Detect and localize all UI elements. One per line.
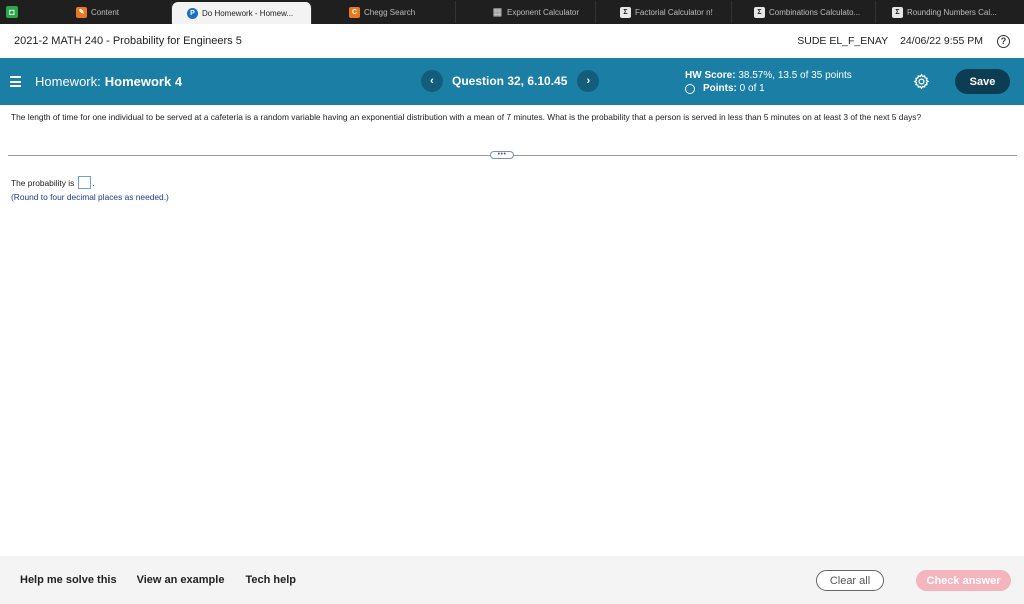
tab-label: Chegg Search bbox=[364, 7, 416, 17]
homework-bar: Homework: Homework 4 ‹ Question 32, 6.10… bbox=[0, 58, 1024, 105]
expand-more-icon[interactable]: ••• bbox=[490, 151, 514, 159]
course-title: 2021-2 MATH 240 - Probability for Engine… bbox=[14, 35, 242, 47]
tab-label: Rounding Numbers Cal... bbox=[907, 7, 997, 17]
help-icon[interactable]: ? bbox=[997, 34, 1010, 48]
view-example-button[interactable]: View an example bbox=[137, 574, 225, 586]
tab-app-icon[interactable]: ◘ bbox=[0, 0, 24, 24]
points-row: Points: 0 of 1 bbox=[685, 82, 852, 95]
hw-score-label: HW Score: bbox=[685, 70, 736, 81]
browser-tab-content[interactable]: ✎ Content bbox=[24, 1, 172, 23]
browser-tab-exponent-calculator[interactable]: ▦ Exponent Calculator bbox=[456, 1, 596, 23]
browser-tab-do-homework[interactable]: P Do Homework - Homew... bbox=[172, 2, 312, 24]
question-text: The length of time for one individual to… bbox=[11, 112, 922, 122]
clear-all-button[interactable]: Clear all bbox=[816, 570, 884, 591]
sigma-icon: Σ bbox=[754, 6, 765, 18]
tab-label: Content bbox=[91, 7, 120, 17]
course-header: 2021-2 MATH 240 - Probability for Engine… bbox=[0, 24, 1024, 58]
score-panel: HW Score: 38.57%, 13.5 of 35 points Poin… bbox=[685, 69, 852, 95]
sigma-icon: Σ bbox=[892, 6, 903, 18]
answer-line: The probability is . bbox=[11, 176, 95, 189]
tab-label: Do Homework - Homew... bbox=[202, 8, 294, 18]
browser-tab-rounding-numbers[interactable]: Σ Rounding Numbers Cal... bbox=[876, 1, 1024, 23]
chegg-icon: C bbox=[349, 6, 360, 18]
browser-tab-combinations-calculator[interactable]: Σ Combinations Calculato... bbox=[732, 1, 876, 23]
points-label: Points: bbox=[703, 83, 737, 94]
homework-name: Homework 4 bbox=[104, 74, 183, 89]
answer-prefix: The probability is bbox=[11, 177, 75, 188]
save-button[interactable]: Save bbox=[955, 69, 1010, 94]
date-time: 24/06/22 9:55 PM bbox=[900, 35, 983, 47]
answer-input[interactable] bbox=[78, 176, 92, 189]
user-name: SUDE EL_F_ENAY bbox=[797, 35, 889, 47]
homework-label: Homework: bbox=[35, 74, 101, 89]
question-navigator: ‹ Question 32, 6.10.45 › bbox=[421, 70, 600, 92]
tech-help-button[interactable]: Tech help bbox=[245, 574, 296, 586]
previous-question-button[interactable]: ‹ bbox=[421, 70, 443, 92]
tab-label: Factorial Calculator n! bbox=[635, 7, 713, 17]
browser-tab-strip: ◘ ✎ Content P Do Homework - Homew... C C… bbox=[0, 0, 1024, 24]
settings-gear-icon[interactable] bbox=[913, 73, 930, 90]
points-value: 0 of 1 bbox=[739, 83, 765, 94]
browser-tab-chegg[interactable]: C Chegg Search bbox=[312, 1, 456, 23]
app-shield-icon: ◘ bbox=[6, 6, 18, 18]
next-question-button[interactable]: › bbox=[577, 70, 600, 92]
tab-label: Combinations Calculato... bbox=[769, 7, 861, 17]
tab-label: Exponent Calculator bbox=[507, 7, 580, 17]
hw-score: HW Score: 38.57%, 13.5 of 35 points bbox=[685, 69, 852, 82]
calculator-icon: ▦ bbox=[492, 6, 503, 18]
pearson-icon: P bbox=[187, 7, 198, 19]
sigma-icon: Σ bbox=[620, 6, 631, 18]
footer-bar: Help me solve this View an example Tech … bbox=[0, 556, 1024, 604]
answer-suffix: . bbox=[92, 177, 95, 188]
pencil-icon: ✎ bbox=[76, 6, 87, 18]
rounding-note: (Round to four decimal places as needed.… bbox=[11, 192, 169, 202]
menu-icon[interactable] bbox=[10, 76, 21, 87]
hw-score-value: 38.57%, 13.5 of 35 points bbox=[738, 70, 852, 81]
points-status-icon bbox=[685, 83, 695, 94]
check-answer-button[interactable]: Check answer bbox=[916, 570, 1011, 591]
question-label[interactable]: Question 32, 6.10.45 bbox=[452, 74, 567, 88]
browser-tab-factorial-calculator[interactable]: Σ Factorial Calculator n! bbox=[596, 1, 732, 23]
help-me-solve-button[interactable]: Help me solve this bbox=[20, 574, 117, 586]
